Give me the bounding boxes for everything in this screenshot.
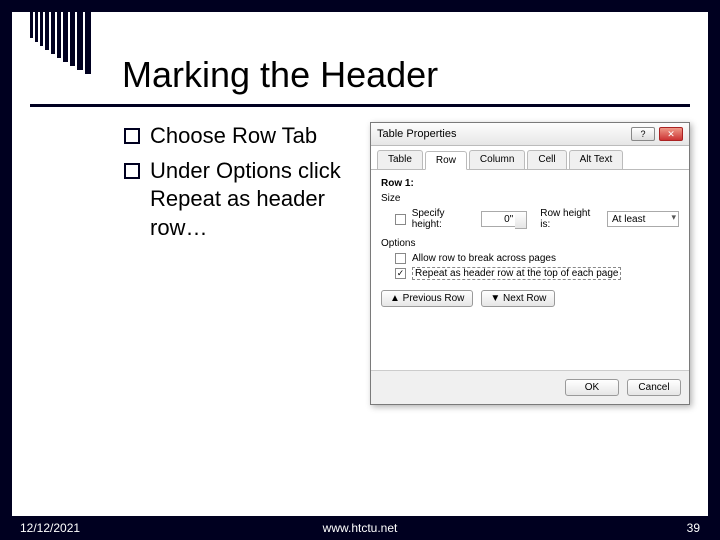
title-divider [30,104,690,107]
bullet-item: Under Options click Repeat as header row… [122,157,352,243]
dialog-titlebar[interactable]: Table Properties ? ✕ [371,123,689,146]
tab-table[interactable]: Table [377,150,423,169]
bullet-list: Choose Row Tab Under Options click Repea… [122,122,352,242]
tab-row[interactable]: Row [425,151,467,170]
allow-break-label: Allow row to break across pages [412,253,556,264]
ok-button[interactable]: OK [565,379,619,396]
slide-footer: 12/12/2021 www.htctu.net 39 [0,516,720,540]
tab-alt-text[interactable]: Alt Text [569,150,624,169]
slide-canvas: Marking the Header Choose Row Tab Under … [12,12,708,516]
tab-column[interactable]: Column [469,150,525,169]
specify-height-label: Specify height: [412,208,475,230]
table-properties-dialog: Table Properties ? ✕ Table Row Column Ce… [370,122,690,405]
row-height-is-combo[interactable]: At least [607,211,679,227]
footer-date: 12/12/2021 [20,521,80,535]
tab-pane-row: Row 1: Size Specify height: 0" Row heigh… [371,170,689,370]
footer-url: www.htctu.net [323,521,398,535]
previous-row-button[interactable]: ▲ Previous Row [381,290,473,307]
slide-title: Marking the Header [122,54,438,96]
options-group: Options Allow row to break across pages … [381,238,679,280]
specify-height-checkbox[interactable] [395,214,406,225]
options-label: Options [381,238,679,249]
next-row-button[interactable]: ▼ Next Row [481,290,555,307]
dialog-tabs: Table Row Column Cell Alt Text [371,146,689,170]
dialog-footer: OK Cancel [371,370,689,404]
size-group: Size Specify height: 0" Row height is: A… [381,193,679,230]
dialog-title: Table Properties [377,128,457,140]
row-height-is-label: Row height is: [540,208,601,230]
specify-height-spinner[interactable]: 0" [481,211,516,227]
help-button[interactable]: ? [631,127,655,141]
footer-page: 39 [687,521,700,535]
slide-body: Choose Row Tab Under Options click Repea… [122,122,690,476]
size-label: Size [381,193,679,204]
repeat-header-label: Repeat as header row at the top of each … [412,267,621,280]
decorative-bars [30,12,91,74]
bullet-item: Choose Row Tab [122,122,352,151]
cancel-button[interactable]: Cancel [627,379,681,396]
row-indicator: Row 1: [381,178,679,189]
close-button[interactable]: ✕ [659,127,683,141]
allow-break-checkbox[interactable] [395,253,406,264]
repeat-header-checkbox[interactable]: ✓ [395,268,406,279]
tab-cell[interactable]: Cell [527,150,566,169]
